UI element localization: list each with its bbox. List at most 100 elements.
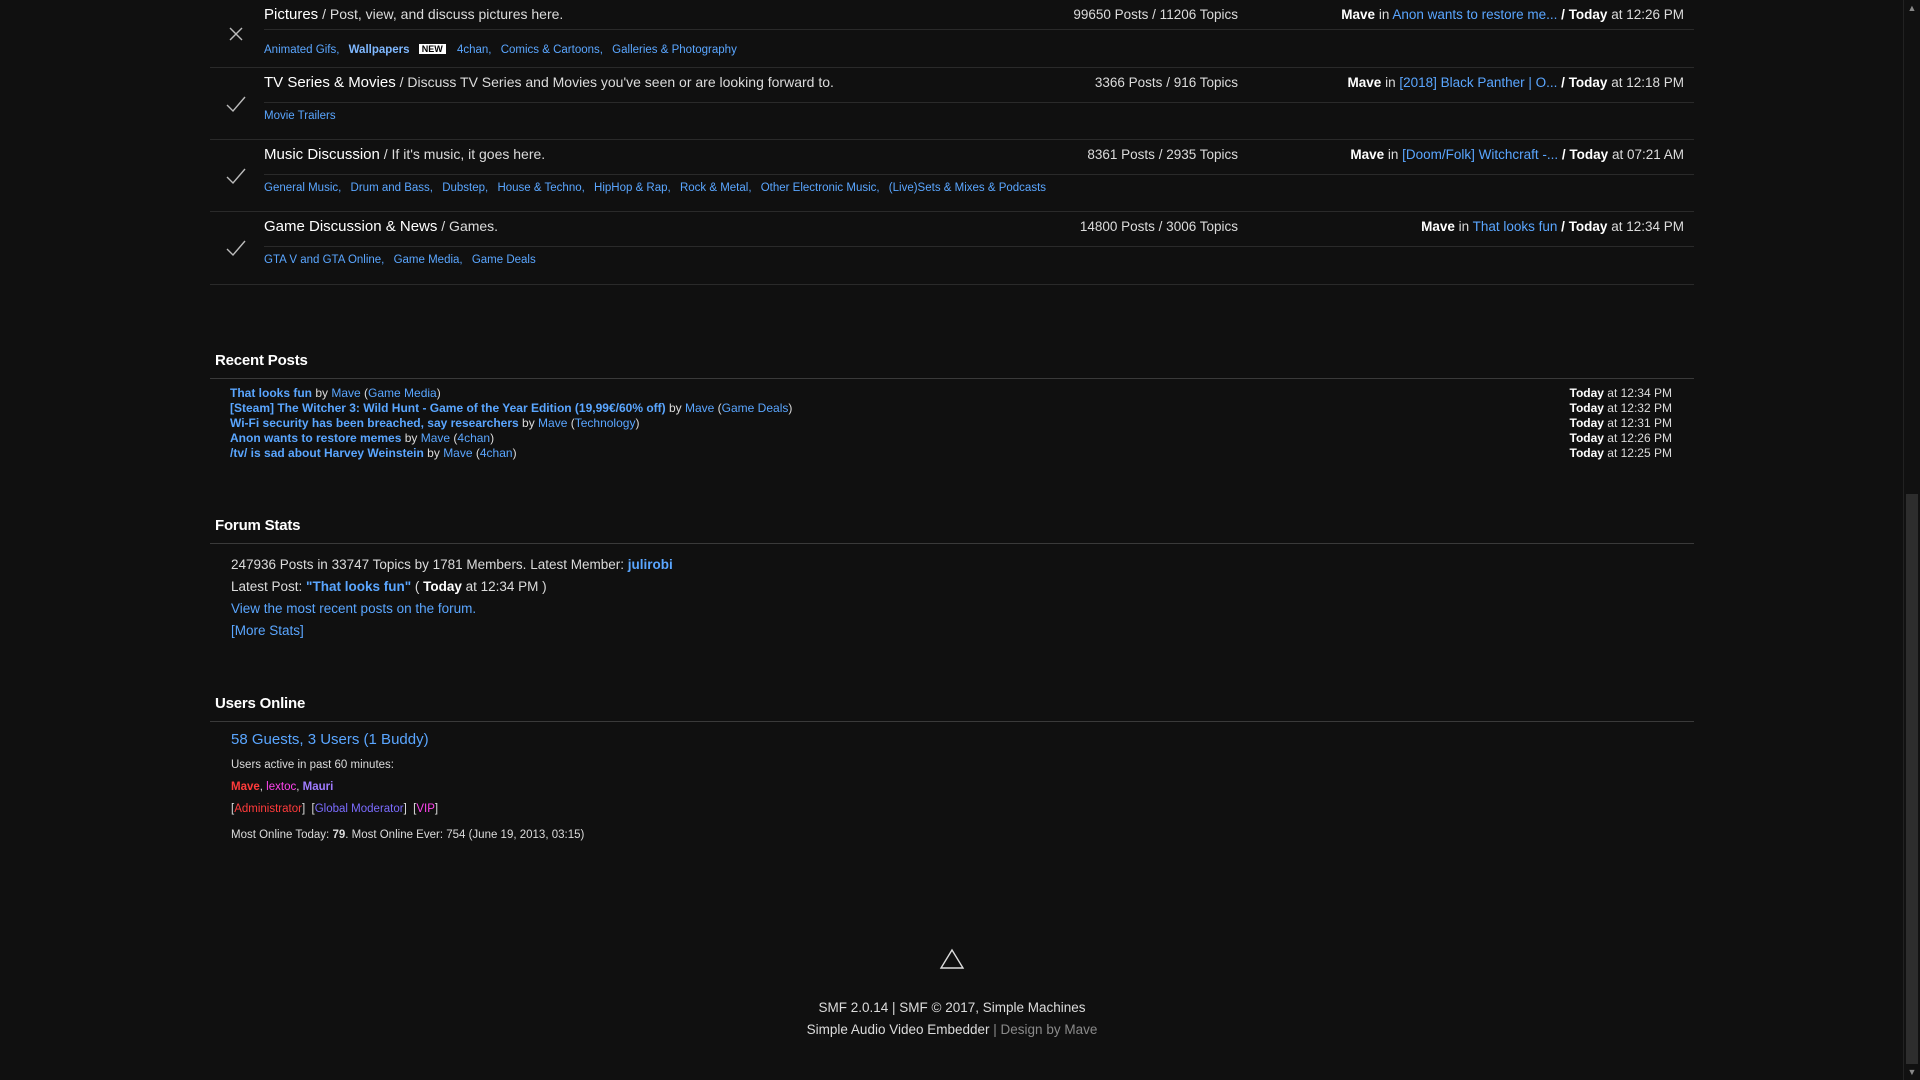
recent-post-subject[interactable]: [Steam] The Witcher 3: Wild Hunt - Game … — [230, 401, 666, 415]
forum-stats-body: 247936 Posts in 33747 Topics by 1781 Mem… — [210, 544, 1694, 642]
board-header: Pictures / Post, view, and discuss pictu… — [264, 0, 1694, 30]
scrollbar-thumb[interactable] — [1906, 494, 1918, 1064]
recent-post-subject[interactable]: /tv/ is sad about Harvey Weinstein — [230, 446, 424, 460]
group-administrator[interactable]: Administrator — [234, 803, 302, 815]
board-stats: 14800 Posts / 3006 Topics — [1079, 219, 1238, 234]
recent-post-user[interactable]: Mave — [685, 401, 714, 415]
board-header: Music Discussion / If it's music, it goe… — [264, 145, 1694, 175]
child-board-drum-and-bass[interactable]: Drum and Bass, — [351, 182, 433, 194]
recent-posts-section: Recent Posts That looks fun by Mave (Gam… — [210, 352, 1694, 461]
board-list: Pictures / Post, view, and discuss pictu… — [210, 0, 1694, 285]
recent-post-board[interactable]: Game Media — [368, 386, 437, 400]
footer-savembed-link[interactable]: Simple Audio Video Embedder — [807, 1022, 990, 1037]
more-stats-link[interactable]: [More Stats] — [231, 623, 304, 638]
forum-stats-section: Forum Stats 247936 Posts in 33747 Topics… — [210, 517, 1694, 642]
child-board-rock-metal[interactable]: Rock & Metal, — [680, 182, 752, 194]
board-last-post: Mave in [Doom/Folk] Witchcraft -... / To… — [1350, 147, 1684, 162]
recent-post-user[interactable]: Mave — [538, 416, 567, 430]
recent-post-user[interactable]: Mave — [421, 431, 450, 445]
child-board-gta[interactable]: GTA V and GTA Online, — [264, 254, 384, 266]
recent-post-board[interactable]: 4chan — [480, 446, 513, 460]
recent-post-time: Today at 12:32 PM — [1569, 401, 1673, 415]
child-board-other-electronic[interactable]: Other Electronic Music, — [761, 182, 880, 194]
child-boards: Animated Gifs, Wallpapers NEW 4chan, Com… — [264, 44, 743, 56]
footer-line-2: Simple Audio Video Embedder | Design by … — [0, 1019, 1904, 1041]
board-description: / Discuss TV Series and Movies you've se… — [395, 74, 834, 90]
latest-member-link[interactable]: julirobi — [628, 557, 673, 572]
child-board-general-music[interactable]: General Music, — [264, 182, 341, 194]
back-to-top[interactable] — [0, 948, 1904, 973]
last-post-user[interactable]: Mave — [1348, 75, 1382, 90]
new-badge: NEW — [418, 44, 446, 54]
board-title-link[interactable]: Game Discussion & News — [264, 218, 437, 235]
users-online-heading: Users Online — [210, 695, 1694, 722]
board-title-link[interactable]: Music Discussion — [264, 146, 380, 163]
board-row-games: Game Discussion & News / Games. 14800 Po… — [210, 212, 1694, 285]
footer-credits: SMF 2.0.14 | SMF © 2017, Simple Machines… — [0, 997, 1904, 1041]
users-online-body: 58 Guests, 3 Users (1 Buddy) Users activ… — [210, 722, 1694, 846]
check-icon — [226, 240, 246, 257]
online-user-mauri[interactable]: Mauri — [303, 781, 334, 793]
child-board-live-sets[interactable]: (Live)Sets & Mixes & Podcasts — [889, 182, 1046, 194]
board-description: / If it's music, it goes here. — [379, 146, 546, 162]
group-global-moderator[interactable]: Global Moderator — [315, 803, 404, 815]
child-boards: Movie Trailers — [264, 110, 342, 122]
recent-post-subject[interactable]: That looks fun — [230, 386, 312, 400]
recent-post-row: Wi-Fi security has been breached, say re… — [230, 416, 1672, 430]
child-board-dubstep[interactable]: Dubstep, — [442, 182, 488, 194]
scroll-up-icon[interactable]: ▲ — [1904, 0, 1920, 16]
recent-post-user[interactable]: Mave — [443, 446, 472, 460]
board-row-tv-series: TV Series & Movies / Discuss TV Series a… — [210, 68, 1694, 140]
online-user-lextoc[interactable]: lextoc — [266, 781, 296, 793]
child-board-animated-gifs[interactable]: Animated Gifs, — [264, 44, 339, 56]
recent-post-subject[interactable]: Wi-Fi security has been breached, say re… — [230, 416, 519, 430]
recent-post-board[interactable]: 4chan — [457, 431, 490, 445]
child-boards: General Music, Drum and Bass, Dubstep, H… — [264, 182, 1052, 194]
child-board-hiphop-rap[interactable]: HipHop & Rap, — [594, 182, 671, 194]
online-user-mave[interactable]: Mave — [231, 781, 260, 793]
recent-post-user[interactable]: Mave — [331, 386, 360, 400]
last-post-user[interactable]: Mave — [1350, 147, 1384, 162]
child-board-comics[interactable]: Comics & Cartoons, — [501, 44, 603, 56]
membergroup-legend: [Administrator] [Global Moderator] [VIP] — [231, 803, 439, 815]
recent-posts-heading: Recent Posts — [210, 352, 1694, 379]
last-post-user[interactable]: Mave — [1341, 7, 1375, 22]
child-board-game-deals[interactable]: Game Deals — [472, 254, 536, 266]
recent-post-time: Today at 12:25 PM — [1569, 446, 1673, 460]
board-description: / Post, view, and discuss pictures here. — [318, 6, 564, 22]
last-post-topic-link[interactable]: [2018] Black Panther | O... — [1399, 75, 1557, 90]
last-post-topic-link[interactable]: Anon wants to restore me... — [1392, 7, 1557, 22]
board-description: / Games. — [437, 218, 499, 234]
latest-post-link[interactable]: "That looks fun" — [306, 579, 411, 594]
recent-post-row: That looks fun by Mave (Game Media) Toda… — [230, 386, 1672, 400]
scroll-down-icon[interactable]: ▼ — [1904, 1064, 1920, 1080]
recent-post-board[interactable]: Technology — [575, 416, 636, 430]
most-online: Most Online Today: 79. Most Online Ever:… — [231, 829, 585, 841]
child-board-movie-trailers[interactable]: Movie Trailers — [264, 110, 336, 122]
board-row-pictures: Pictures / Post, view, and discuss pictu… — [210, 0, 1694, 68]
online-summary-link[interactable]: 58 Guests, 3 Users (1 Buddy) — [231, 731, 429, 748]
board-last-post: Mave in Anon wants to restore me... / To… — [1341, 7, 1684, 22]
last-post-user[interactable]: Mave — [1421, 219, 1455, 234]
x-icon — [229, 27, 243, 41]
group-vip[interactable]: VIP — [416, 803, 435, 815]
board-title-link[interactable]: Pictures — [264, 6, 318, 23]
board-title-link[interactable]: TV Series & Movies — [264, 74, 396, 91]
recent-post-subject[interactable]: Anon wants to restore memes — [230, 431, 401, 445]
last-post-topic-link[interactable]: [Doom/Folk] Witchcraft -... — [1402, 147, 1558, 162]
forum-stats-heading: Forum Stats — [210, 517, 1694, 544]
board-row-music: Music Discussion / If it's music, it goe… — [210, 140, 1694, 212]
recent-posts-link[interactable]: View the most recent posts on the forum. — [231, 601, 476, 616]
active-users: Mave, lextoc, Mauri — [231, 781, 334, 793]
last-post-topic-link[interactable]: That looks fun — [1473, 219, 1558, 234]
footer-line-1[interactable]: SMF 2.0.14 | SMF © 2017, Simple Machines — [0, 997, 1904, 1019]
child-board-house-techno[interactable]: House & Techno, — [497, 182, 584, 194]
recent-post-board[interactable]: Game Deals — [722, 401, 789, 415]
recent-post-row: /tv/ is sad about Harvey Weinstein by Ma… — [230, 446, 1673, 460]
scrollbar[interactable]: ▲ ▼ — [1903, 0, 1920, 1080]
child-board-game-media[interactable]: Game Media, — [394, 254, 463, 266]
triangle-up-icon[interactable] — [939, 948, 965, 970]
child-board-galleries[interactable]: Galleries & Photography — [612, 44, 737, 56]
child-board-wallpapers[interactable]: Wallpapers — [349, 44, 410, 56]
child-board-4chan[interactable]: 4chan, — [457, 44, 492, 56]
